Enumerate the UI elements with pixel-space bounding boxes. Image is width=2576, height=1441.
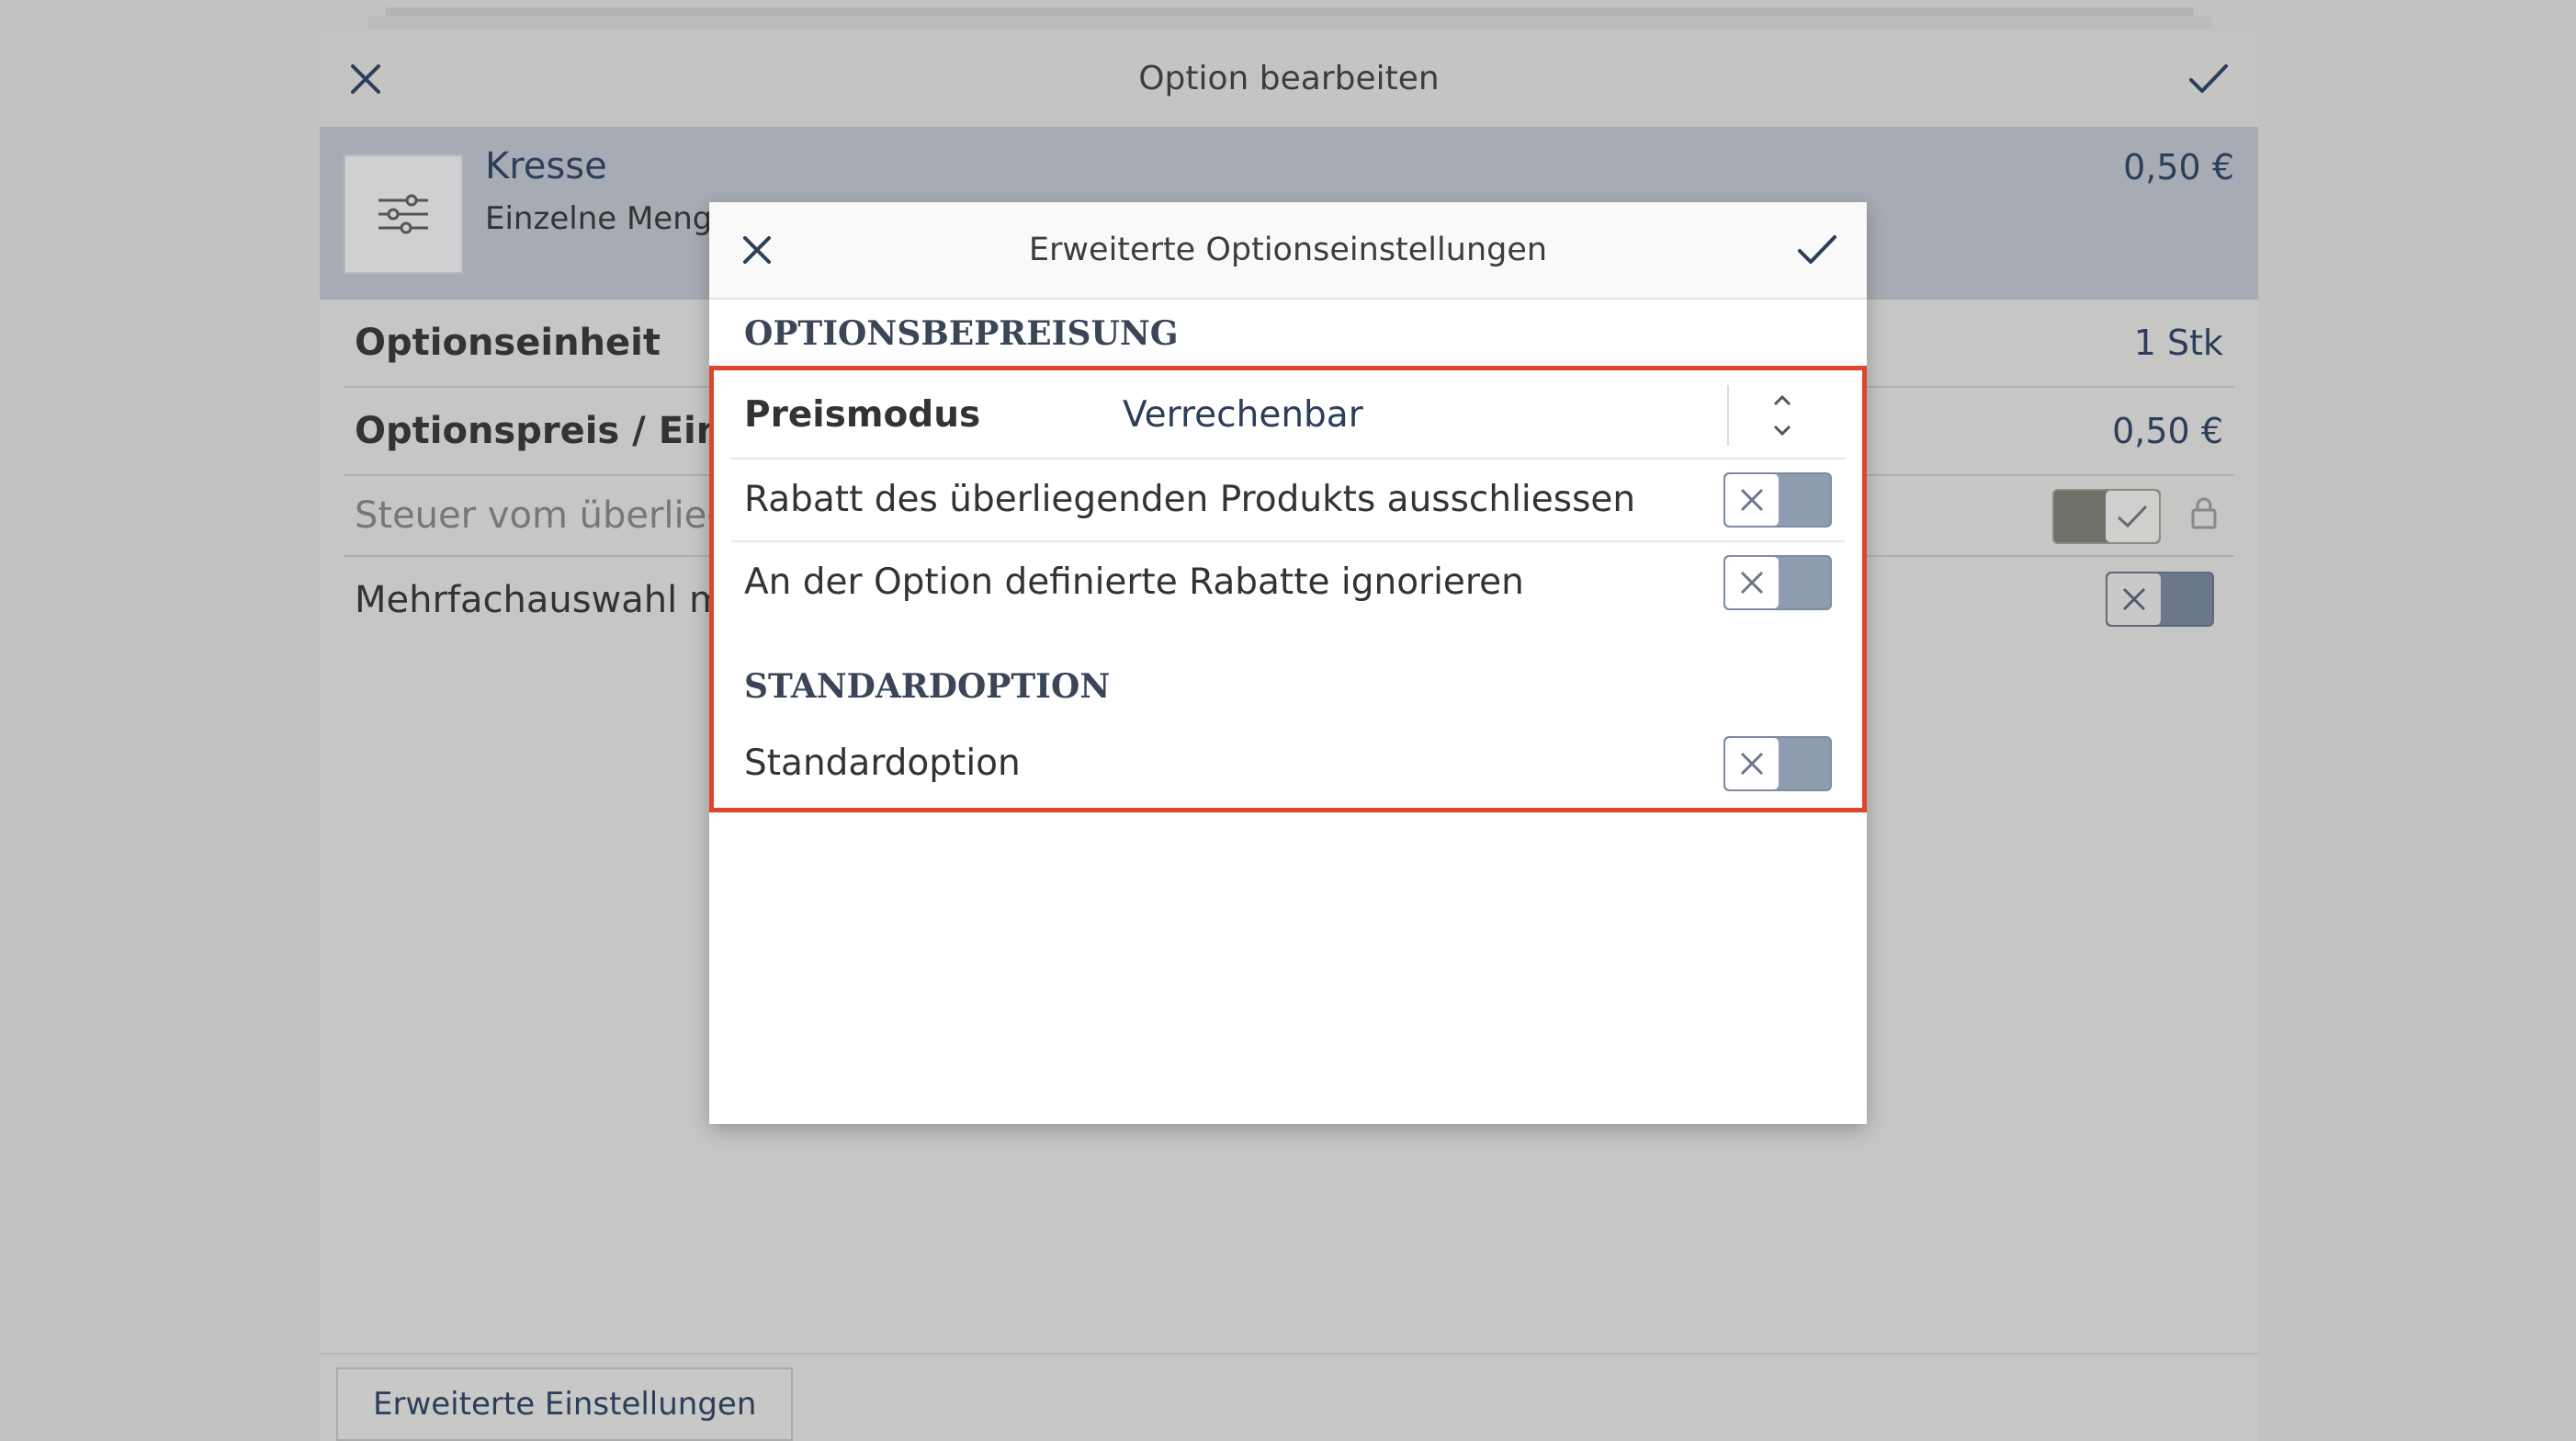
- panel-footer: Erweiterte Einstellungen: [320, 1353, 2258, 1441]
- check-icon: [2106, 491, 2159, 542]
- default-option-toggle[interactable]: [1723, 736, 1832, 791]
- default-option-label: Standardoption: [744, 743, 1021, 784]
- option-unit-value: 1 Stk: [2133, 323, 2223, 363]
- advanced-settings-button[interactable]: Erweiterte Einstellungen: [336, 1367, 794, 1441]
- sliders-icon: [378, 194, 428, 234]
- confirm-check-icon[interactable]: [2181, 51, 2236, 107]
- confirm-check-icon[interactable]: [1790, 222, 1845, 278]
- ignore-option-discounts-label: An der Option definierte Rabatte ignorie…: [744, 562, 1524, 603]
- option-price-value: 0,50 €: [2112, 411, 2223, 451]
- ignore-option-discounts-row: An der Option definierte Rabatte ignorie…: [731, 542, 1845, 625]
- x-icon: [1725, 474, 1779, 526]
- sheet-stack-edge: [367, 17, 2212, 29]
- panel-title: Option bearbeiten: [1138, 60, 1440, 97]
- product-price: 0,50 €: [2123, 147, 2234, 187]
- multi-select-toggle[interactable]: [2106, 572, 2214, 627]
- lock-icon: [2190, 496, 2218, 533]
- product-thumbnail: [344, 154, 463, 274]
- exclude-parent-discount-label: Rabatt des überliegenden Produkts aussch…: [744, 479, 1636, 520]
- product-subtitle: Einzelne Menge: [485, 200, 732, 237]
- section-title-pricing: OPTIONSBEPREISUNG: [744, 314, 1179, 353]
- ignore-option-discounts-toggle[interactable]: [1723, 555, 1832, 610]
- product-name: Kresse: [485, 145, 607, 187]
- x-icon: [2107, 573, 2161, 625]
- price-mode-value[interactable]: Verrechenbar: [1123, 373, 1363, 458]
- exclude-parent-discount-row: Rabatt des überliegenden Produkts aussch…: [731, 460, 1845, 542]
- exclude-parent-discount-toggle[interactable]: [1723, 472, 1832, 528]
- option-unit-label: Optionseinheit: [355, 322, 661, 364]
- stepper-divider: [1727, 385, 1729, 446]
- price-mode-row[interactable]: Preismodus Verrechenbar: [731, 373, 1845, 460]
- default-option-row: Standardoption: [731, 722, 1845, 805]
- x-icon: [1725, 557, 1779, 608]
- panel-header: Option bearbeiten: [320, 31, 2258, 127]
- advanced-option-settings-dialog: Erweiterte Optionseinstellungen OPTIONSB…: [709, 202, 1867, 1124]
- tax-inherit-toggle: [2052, 489, 2161, 544]
- dialog-header: Erweiterte Optionseinstellungen: [709, 202, 1867, 300]
- price-mode-label: Preismodus: [744, 394, 981, 436]
- x-icon: [1725, 738, 1779, 789]
- section-title-default-option: STANDARDOPTION: [744, 667, 1111, 706]
- dialog-title: Erweiterte Optionseinstellungen: [1028, 232, 1548, 268]
- chevron-up-down-icon[interactable]: [1757, 391, 1808, 439]
